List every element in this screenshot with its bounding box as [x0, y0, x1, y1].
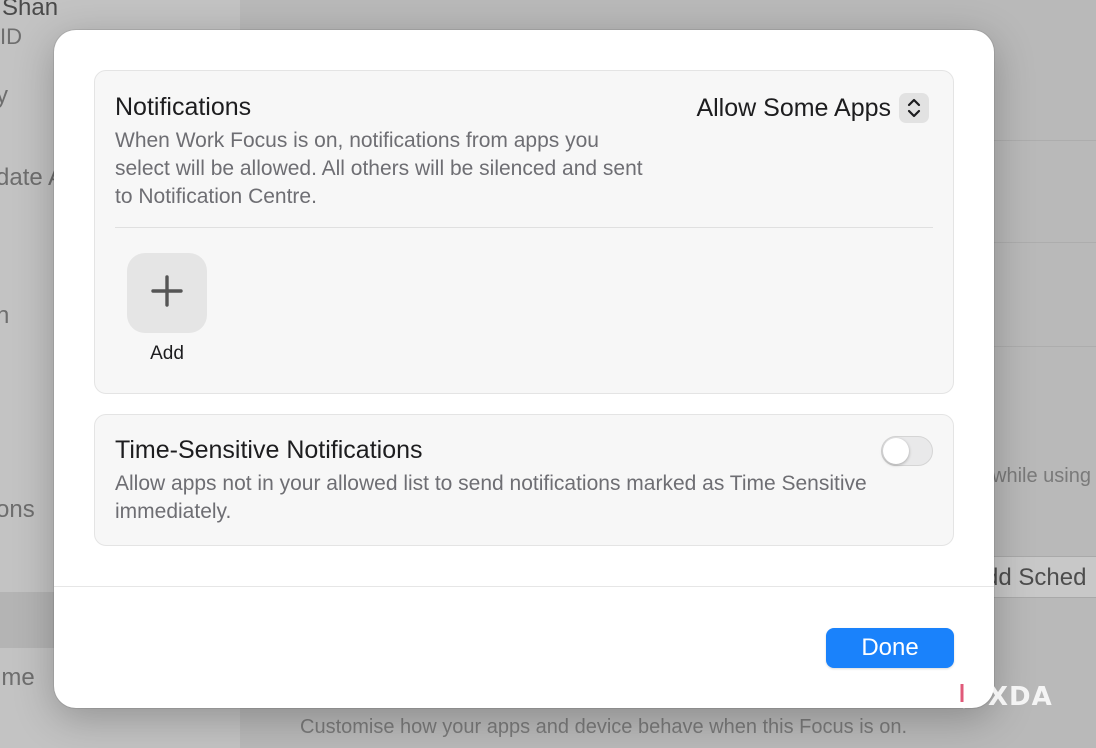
notifications-divider	[115, 227, 933, 228]
done-button[interactable]: Done	[826, 628, 954, 668]
time-sensitive-card: Time-Sensitive Notifications Allow apps …	[94, 414, 954, 546]
background-setting-label: while using	[992, 465, 1091, 487]
background-sidebar-item: y	[0, 82, 8, 109]
background-divider	[994, 346, 1096, 347]
background-user-id: ID	[0, 24, 22, 49]
add-app-button[interactable]	[127, 253, 207, 333]
watermark-text: XDA	[988, 682, 1053, 712]
allow-apps-popup-value: Allow Some Apps	[696, 93, 891, 122]
background-divider	[994, 140, 1096, 141]
time-sensitive-description: Allow apps not in your allowed list to s…	[115, 472, 867, 523]
toggle-knob	[883, 438, 909, 464]
add-app-label: Add	[150, 343, 184, 364]
background-add-schedule-button: dd Sched	[980, 556, 1096, 598]
notifications-title: Notifications	[115, 93, 252, 121]
focus-notifications-sheet: Notifications When Work Focus is on, not…	[54, 30, 994, 708]
background-sidebar-item: ons	[0, 496, 35, 523]
notifications-card: Notifications When Work Focus is on, not…	[94, 70, 954, 394]
time-sensitive-title: Time-Sensitive Notifications	[115, 436, 423, 464]
notifications-description: When Work Focus is on, notifications fro…	[115, 129, 643, 208]
footer-divider	[54, 586, 994, 587]
xda-logo-icon	[958, 680, 984, 715]
background-user-name: Shan	[2, 0, 59, 21]
background-sidebar-item: ime	[0, 664, 35, 691]
allow-apps-popup[interactable]: Allow Some Apps	[696, 91, 929, 125]
background-sidebar-item: n	[0, 302, 10, 329]
time-sensitive-toggle[interactable]	[881, 436, 933, 466]
plus-icon	[150, 274, 184, 313]
background-focus-description: Customise how your apps and device behav…	[300, 716, 908, 738]
chevron-up-down-icon	[899, 93, 929, 123]
xda-watermark: XDA	[958, 680, 1053, 714]
background-divider	[994, 242, 1096, 243]
